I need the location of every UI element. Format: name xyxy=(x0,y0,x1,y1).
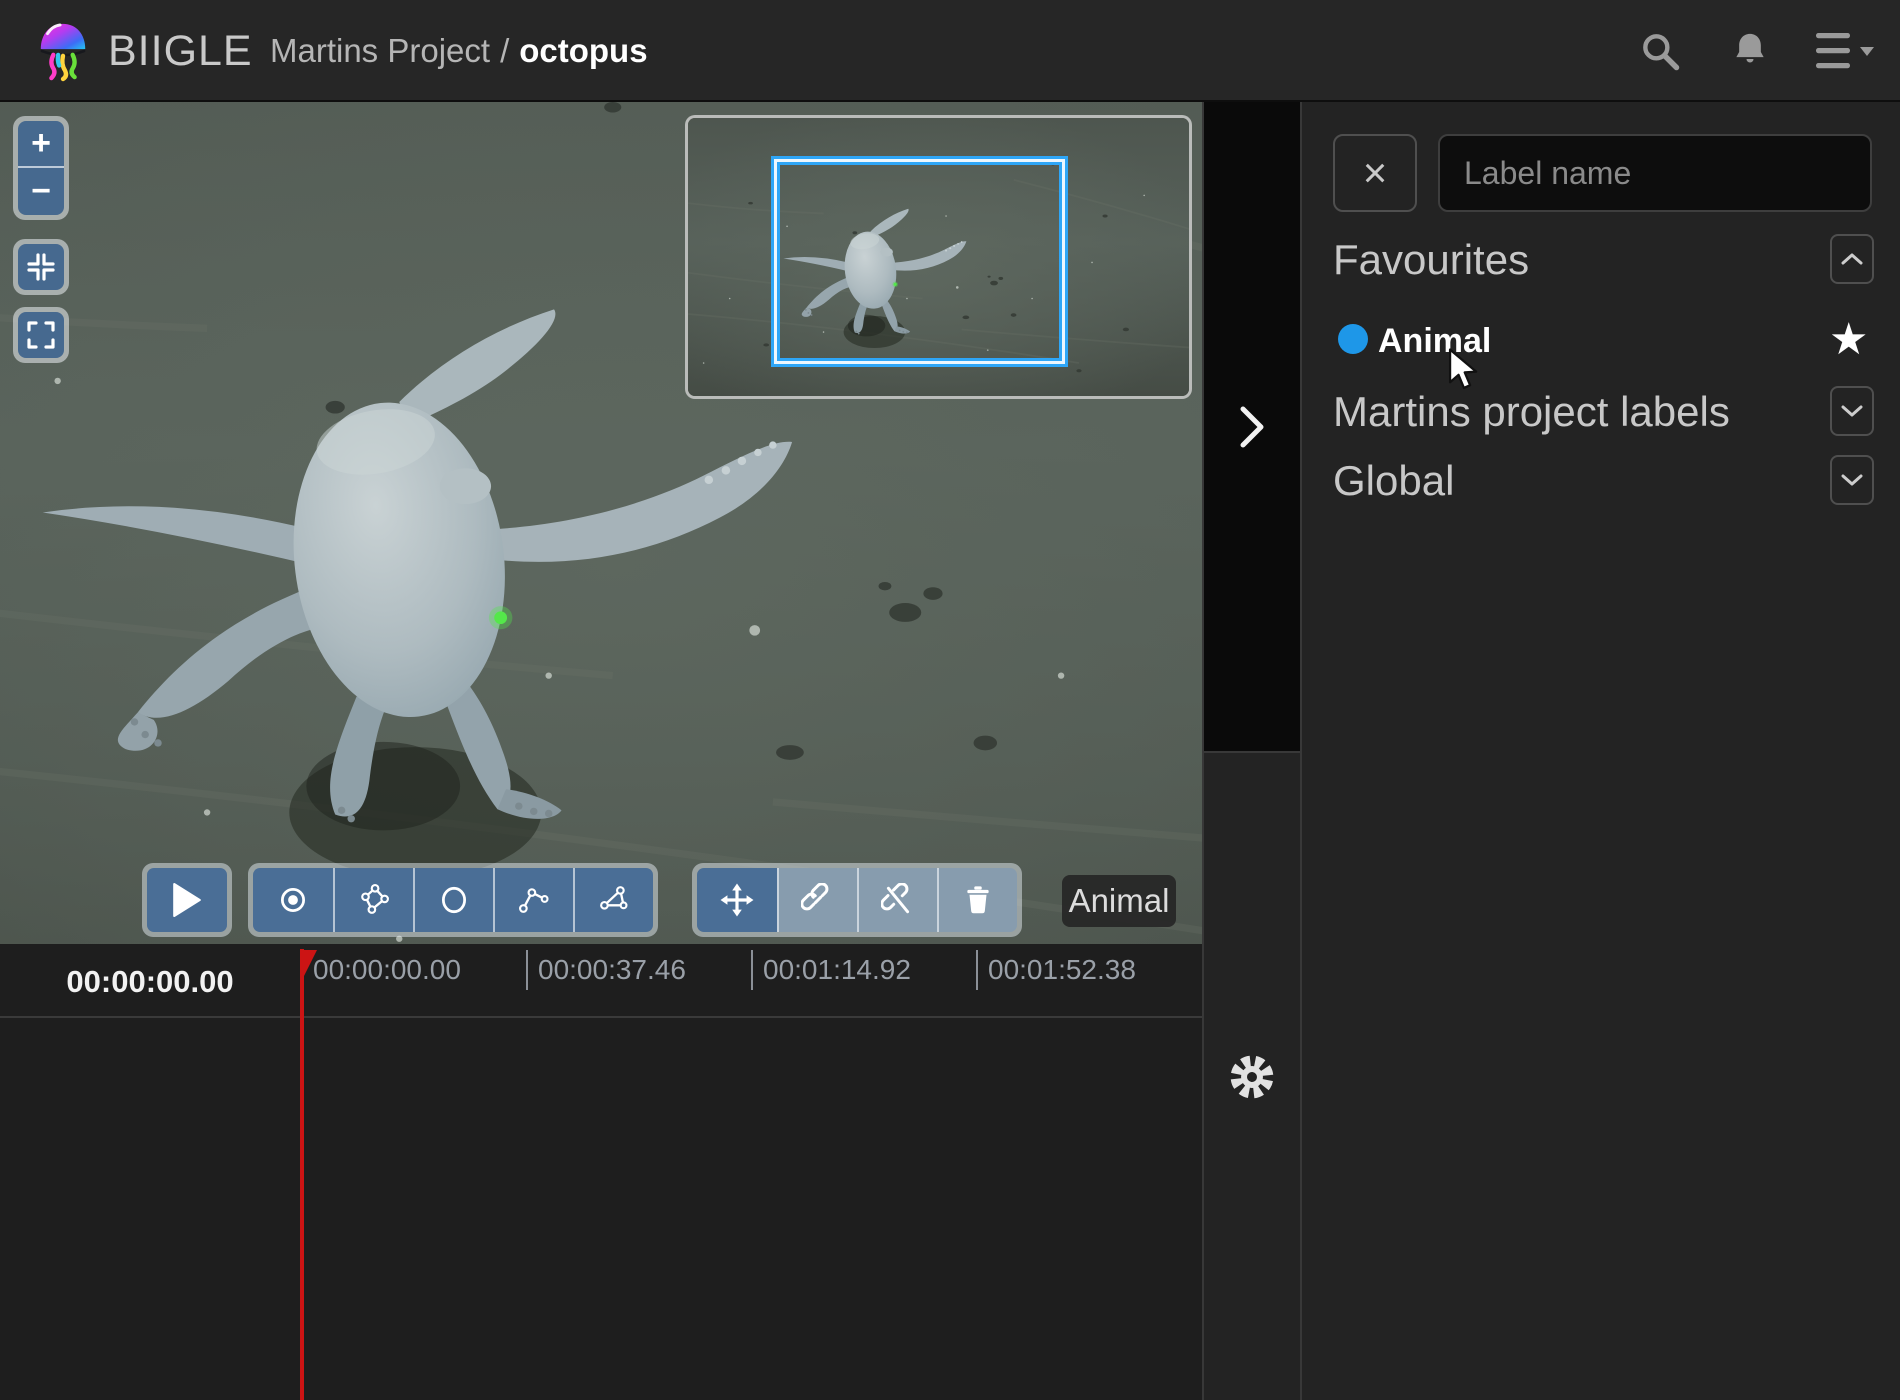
unlink-annotations-button[interactable] xyxy=(857,868,937,932)
point-tool-button[interactable] xyxy=(253,868,333,932)
section-global-expand-button[interactable] xyxy=(1830,455,1874,505)
timeline-ruler-divider xyxy=(0,1016,1202,1018)
label-sidebar: × Favourites Animal ★ Martins project la… xyxy=(1302,102,1900,1400)
search-icon[interactable] xyxy=(1632,0,1688,102)
compress-fit-button[interactable] xyxy=(18,244,64,290)
move-icon xyxy=(720,883,754,917)
unlink-icon xyxy=(881,883,915,917)
biigle-video-annotator: BIIGLE Martins Project/octopus + − xyxy=(0,0,1900,1400)
zoom-in-button[interactable]: + xyxy=(18,121,64,168)
link-annotations-button[interactable] xyxy=(777,868,857,932)
tick-line xyxy=(976,950,978,990)
sidebar-toggle-strip xyxy=(1202,102,1302,1400)
current-time: 00:00:00.00 xyxy=(0,964,300,1000)
tick-label: 00:01:14.92 xyxy=(763,954,911,986)
polygon-tool-button[interactable] xyxy=(573,868,653,932)
polygon-icon xyxy=(597,883,631,917)
chevron-right-icon xyxy=(1238,405,1266,449)
linestring-icon xyxy=(517,883,551,917)
video-canvas[interactable]: + − xyxy=(0,102,1202,944)
timeline[interactable]: 00:00:00.00 00:00:00.00 00:00:37.46 00:0… xyxy=(0,944,1202,1400)
fit-view-control xyxy=(13,239,69,295)
move-tool-button[interactable] xyxy=(697,868,777,932)
label-filter-input[interactable] xyxy=(1438,134,1872,212)
collapse-sidebar-tab[interactable] xyxy=(1204,102,1300,751)
chevron-down-icon xyxy=(1841,404,1863,418)
top-navbar: BIIGLE Martins Project/octopus xyxy=(0,0,1900,102)
section-project-labels-title[interactable]: Martins project labels xyxy=(1333,388,1730,436)
chevron-down-icon xyxy=(1841,473,1863,487)
gear-icon xyxy=(1227,1052,1277,1102)
fullscreen-control xyxy=(13,307,69,363)
section-global-title[interactable]: Global xyxy=(1333,457,1454,505)
circle-icon xyxy=(437,883,471,917)
main-menu-icon[interactable] xyxy=(1808,0,1888,102)
brand-name[interactable]: BIIGLE xyxy=(108,0,253,102)
section-project-labels-expand-button[interactable] xyxy=(1830,386,1874,436)
expand-icon xyxy=(25,319,57,351)
playhead-flag-icon xyxy=(304,950,318,978)
zoom-controls: + − xyxy=(13,116,69,220)
playback-controls xyxy=(142,863,232,937)
notifications-bell-icon[interactable] xyxy=(1722,0,1778,102)
edit-tool-group xyxy=(692,863,1022,937)
rectangle-tool-button[interactable] xyxy=(333,868,413,932)
breadcrumb: Martins Project/octopus xyxy=(270,0,648,102)
breadcrumb-separator: / xyxy=(490,32,519,69)
mouse-cursor xyxy=(1448,348,1488,392)
clear-label-filter-button[interactable]: × xyxy=(1333,134,1417,212)
tick-line xyxy=(526,950,528,990)
breadcrumb-video: octopus xyxy=(519,32,647,69)
favourite-star-icon[interactable]: ★ xyxy=(1829,316,1868,364)
chevron-up-icon xyxy=(1841,252,1863,266)
linestring-tool-button[interactable] xyxy=(493,868,573,932)
minimap[interactable] xyxy=(685,115,1192,399)
zoom-out-button[interactable]: − xyxy=(18,168,64,215)
label-color-dot xyxy=(1338,324,1368,354)
tick-label: 00:00:00.00 xyxy=(313,954,461,986)
settings-tab[interactable] xyxy=(1204,751,1300,1400)
label-item-animal[interactable]: Animal ★ xyxy=(1338,316,1878,366)
breadcrumb-project[interactable]: Martins Project xyxy=(270,32,490,69)
selected-label-badge: Animal xyxy=(1062,875,1176,927)
trash-icon xyxy=(961,883,995,917)
biigle-jellyfish-logo[interactable] xyxy=(34,18,92,84)
playhead[interactable] xyxy=(300,949,304,1400)
delete-annotation-button[interactable] xyxy=(937,868,1017,932)
section-favourites-title[interactable]: Favourites xyxy=(1333,236,1529,284)
fullscreen-button[interactable] xyxy=(18,312,64,358)
tick-label: 00:00:37.46 xyxy=(538,954,686,986)
tick-line xyxy=(751,950,753,990)
section-favourites-collapse-button[interactable] xyxy=(1830,234,1874,284)
circle-tool-button[interactable] xyxy=(413,868,493,932)
rectangle-icon xyxy=(357,883,391,917)
shape-tool-group xyxy=(248,863,658,937)
minimap-viewport-rect[interactable] xyxy=(771,156,1068,367)
compress-icon xyxy=(25,251,57,283)
play-button[interactable] xyxy=(147,868,227,932)
tick-label: 00:01:52.38 xyxy=(988,954,1136,986)
point-icon xyxy=(276,883,310,917)
link-icon xyxy=(801,883,835,917)
play-icon xyxy=(172,883,202,917)
